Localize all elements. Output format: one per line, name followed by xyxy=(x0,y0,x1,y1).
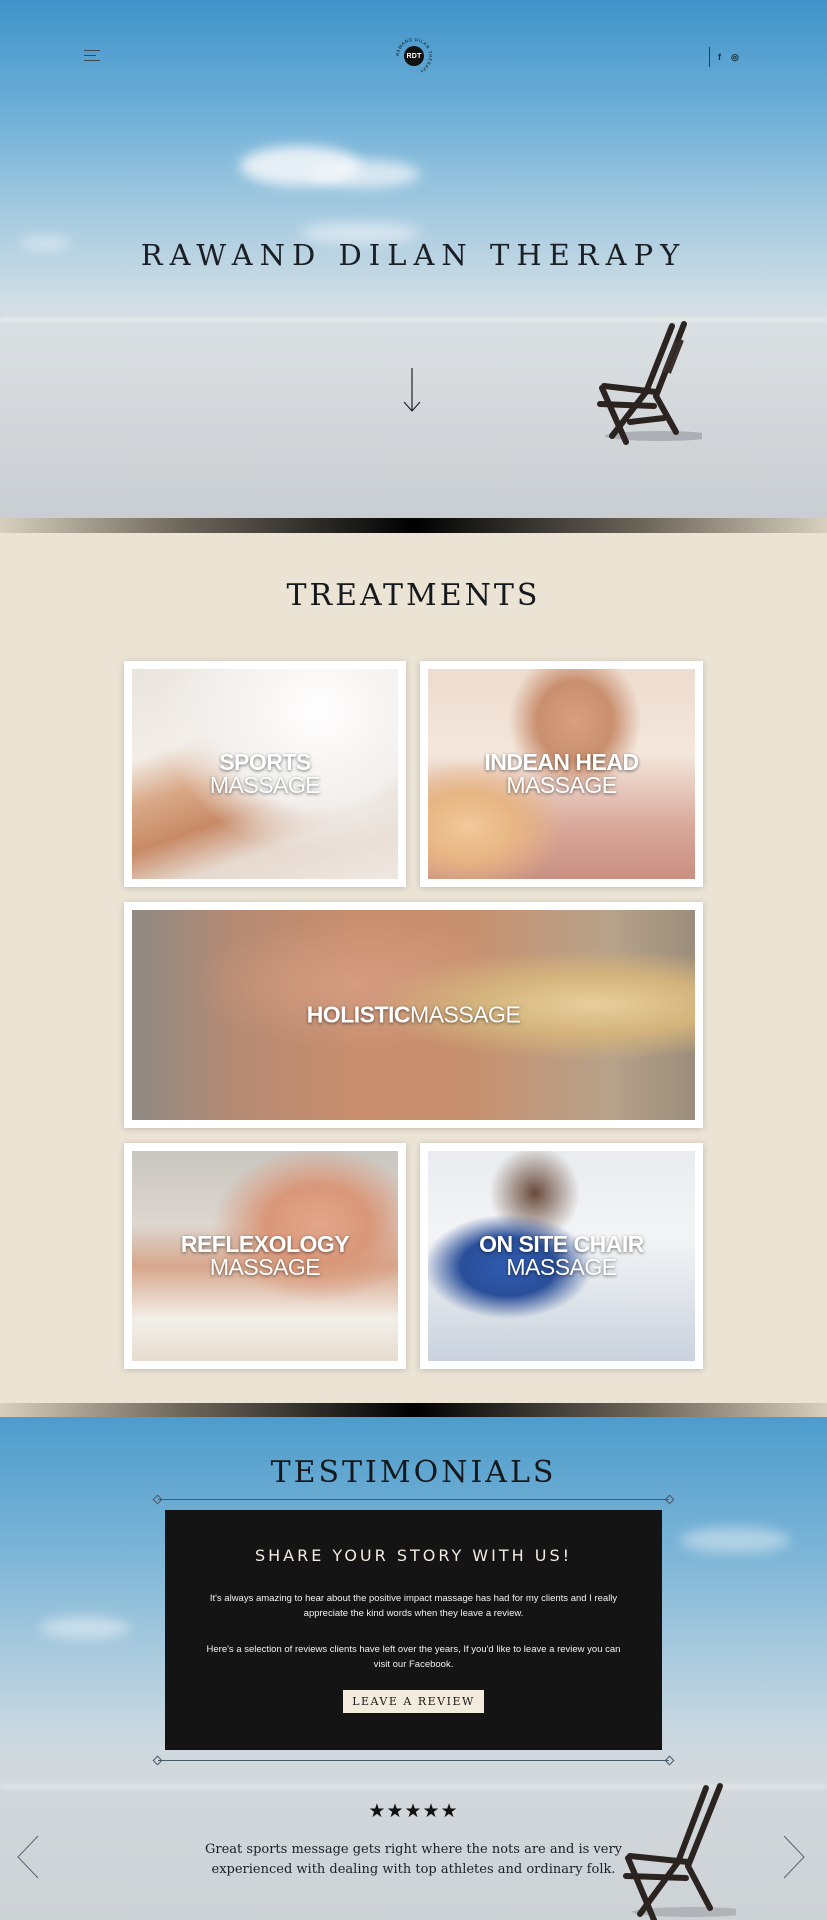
card-label-line1: SPORTS xyxy=(219,749,311,775)
holistic-massage-image: HOLISTICMASSAGE xyxy=(132,910,695,1120)
card-label-line2: MASSAGE xyxy=(209,1254,321,1280)
card-label-line1: HOLISTIC xyxy=(306,1001,411,1028)
indian-head-massage-image: INDEAN HEAD MASSAGE xyxy=(428,669,695,879)
social-links: f ◎ xyxy=(709,47,739,67)
card-indian-head-massage[interactable]: INDEAN HEAD MASSAGE xyxy=(420,661,703,887)
share-story-box: SHARE YOUR STORY WITH US! It's always am… xyxy=(165,1510,662,1750)
horizon xyxy=(0,318,827,321)
card-holistic-massage[interactable]: HOLISTICMASSAGE xyxy=(124,902,703,1128)
card-label-line2: MASSAGE xyxy=(209,772,321,798)
divider-band xyxy=(0,518,827,533)
card-label: REFLEXOLOGY MASSAGE xyxy=(132,1233,398,1279)
card-sports-massage[interactable]: SPORTS MASSAGE xyxy=(124,661,406,887)
card-label: SPORTS MASSAGE xyxy=(132,751,398,797)
card-label: HOLISTICMASSAGE xyxy=(132,1001,695,1028)
folding-chair-image xyxy=(623,1783,736,1920)
site-logo[interactable]: RAWAND DILAN THERAPY RDT xyxy=(396,38,432,74)
facebook-icon[interactable]: f xyxy=(718,52,721,62)
testimonials-title: TESTIMONIALS xyxy=(270,1455,557,1490)
card-label: ON SITE CHAIR MASSAGE xyxy=(428,1233,695,1279)
hero-title: RAWAND DILAN THERAPY xyxy=(140,238,687,272)
cloud xyxy=(310,160,420,188)
card-label-line2: MASSAGE xyxy=(410,1001,521,1028)
instagram-icon[interactable]: ◎ xyxy=(731,52,739,63)
cloud xyxy=(40,1617,130,1639)
folding-chair-image xyxy=(597,321,702,445)
hero-section: RAWAND DILAN THERAPY RDT f ◎ RAWAND DILA… xyxy=(0,0,827,518)
menu-icon[interactable] xyxy=(84,50,100,62)
decorative-rule xyxy=(158,1760,669,1761)
treatments-title: TREATMENTS xyxy=(286,578,541,613)
share-story-title: SHARE YOUR STORY WITH US! xyxy=(254,1546,573,1565)
scroll-down-arrow-icon[interactable] xyxy=(402,366,422,414)
card-label-line1: INDEAN HEAD xyxy=(484,749,639,775)
card-label: INDEAN HEAD MASSAGE xyxy=(428,751,695,797)
card-label-line1: ON SITE CHAIR xyxy=(479,1231,644,1257)
sports-massage-image: SPORTS MASSAGE xyxy=(132,669,398,879)
card-label-line2: MASSAGE xyxy=(506,1254,617,1280)
cloud xyxy=(680,1527,790,1553)
divider-band xyxy=(0,1403,827,1418)
logo-monogram: RDT xyxy=(404,46,424,66)
reflexology-image: REFLEXOLOGY MASSAGE xyxy=(132,1151,398,1361)
card-on-site-chair-massage[interactable]: ON SITE CHAIR MASSAGE xyxy=(420,1143,703,1369)
share-story-paragraph: Here's a selection of reviews clients ha… xyxy=(206,1644,621,1670)
decorative-rule xyxy=(158,1499,669,1500)
card-label-line2: MASSAGE xyxy=(506,772,617,798)
on-site-chair-massage-image: ON SITE CHAIR MASSAGE xyxy=(428,1151,695,1361)
testimonial-quote: Great sports message gets right where th… xyxy=(205,1842,622,1877)
chevron-left-icon[interactable] xyxy=(16,1834,40,1880)
chevron-right-icon[interactable] xyxy=(782,1834,806,1880)
card-label-line1: REFLEXOLOGY xyxy=(180,1231,350,1257)
leave-review-button[interactable]: LEAVE A REVIEW xyxy=(343,1690,484,1713)
card-reflexology[interactable]: REFLEXOLOGY MASSAGE xyxy=(124,1143,406,1369)
share-story-paragraph: It's always amazing to hear about the po… xyxy=(209,1593,618,1619)
